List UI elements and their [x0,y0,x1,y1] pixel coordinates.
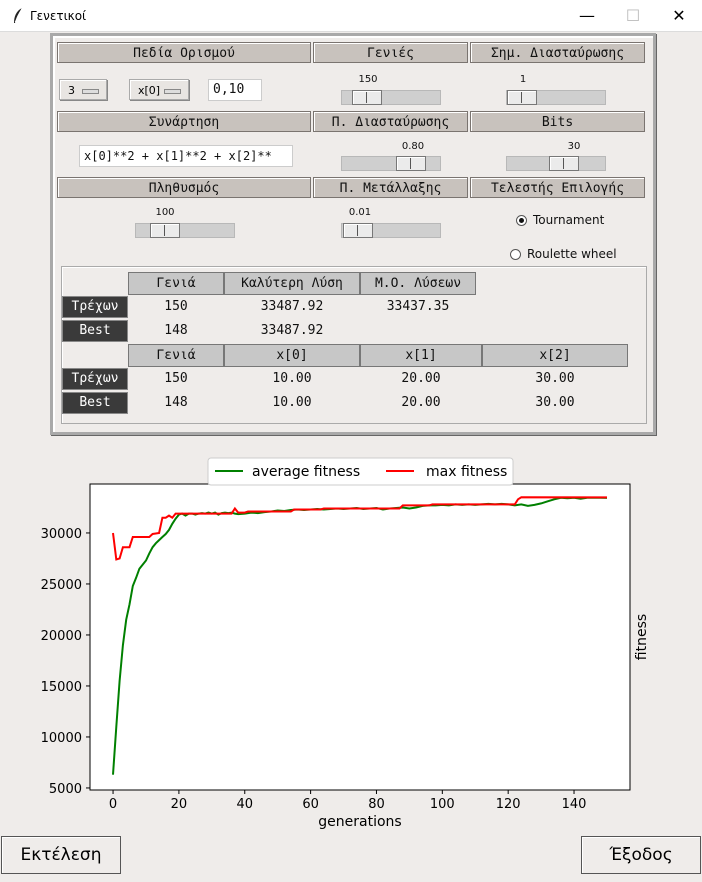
y-tick-label: 5000 [49,782,82,797]
dropdown-indicator-icon [164,89,181,94]
col-best-solution: Καλύτερη Λύση [224,272,360,295]
x-tick-label: 60 [302,797,319,812]
generations-slider[interactable] [341,90,441,105]
crossover-points-value: 1 [519,74,527,85]
legend-label-max: max fitness [426,464,507,480]
col-generation: Γενιά [128,272,224,295]
x-tick-label: 40 [236,797,253,812]
x-axis-label: generations [318,814,401,830]
population-slider[interactable] [135,223,235,238]
current-x1: 20.00 [401,371,441,386]
x-tick-label: 20 [171,797,188,812]
results-panel: Γενιά Καλύτερη Λύση Μ.Ο. Λύσεων Τρέχων 1… [61,266,647,424]
row-label-current-2: Τρέχων [62,368,128,390]
bits-slider[interactable] [506,156,606,171]
var-select[interactable]: x[0] [129,79,189,100]
y-tick-label: 30000 [41,527,82,542]
population-value: 100 [155,207,175,218]
header-crossover-prob: Π. Διασταύρωσης [313,111,468,132]
current-x0: 10.00 [272,371,312,386]
current-generation: 150 [164,299,188,314]
run-button[interactable]: Εκτέλεση [1,836,121,874]
label-tournament: Tournament [533,213,605,227]
header-crossover-points: Σημ. Διασταύρωσης [470,42,645,63]
x-tick-label: 120 [496,797,521,812]
slider-thumb[interactable] [507,90,537,105]
crossover-prob-value: 0.80 [401,141,425,152]
window-title: Γενετικοί [30,9,87,23]
slider-thumb[interactable] [396,156,426,171]
label-roulette: Roulette wheel [527,247,617,261]
var-select-value: x[0] [138,84,161,97]
mutation-prob-value: 0.01 [348,207,372,218]
current-gen-2: 150 [164,371,188,386]
crossover-points-slider[interactable] [506,90,606,105]
slider-thumb[interactable] [549,156,579,171]
current-average: 33437.35 [386,299,450,314]
dropdown-indicator-icon [82,89,99,94]
best-x1: 20.00 [401,395,441,410]
best-gen-2: 148 [164,395,188,410]
crossover-prob-slider[interactable] [341,156,441,171]
y-tick-label: 25000 [41,578,82,593]
slider-thumb[interactable] [150,223,180,238]
y-tick-label: 20000 [41,629,82,644]
x-tick-label: 100 [430,797,455,812]
row-label-best-2: Best [62,392,128,414]
title-bar: Γενετικοί — ☐ ✕ [0,0,702,32]
x-tick-label: 80 [368,797,385,812]
header-selection: Τελεστής Επιλογής [470,177,645,198]
col-average: Μ.Ο. Λύσεων [360,272,476,295]
minimize-button[interactable]: — [564,0,610,31]
col-x1: x[1] [360,344,482,367]
slider-thumb[interactable] [343,223,373,238]
col-generation-2: Γενιά [128,344,224,367]
bits-value: 30 [567,141,581,152]
var-count-select[interactable]: 3 [59,79,107,100]
best-best: 33487.92 [260,323,324,338]
best-x0: 10.00 [272,395,312,410]
slider-thumb[interactable] [352,90,382,105]
fitness-chart: 0 20 40 60 80 100 120 140 5000 10000 15000 20000 250… [41,457,650,830]
row-label-current: Τρέχων [62,296,128,318]
x-tick-label: 0 [109,797,117,812]
best-generation: 148 [164,323,188,338]
header-bits: Bits [470,111,645,132]
exit-button[interactable]: Έξοδος [581,836,701,874]
domain-input[interactable]: 0,10 [208,79,262,101]
col-x2: x[2] [482,344,628,367]
header-generations: Γενιές [313,42,468,63]
var-count-value: 3 [68,84,75,97]
y-axis-label: fitness [634,614,650,660]
y-tick-label: 15000 [41,680,82,695]
radio-tournament[interactable] [516,215,527,226]
header-domains: Πεδία Ορισμού [57,42,311,63]
function-input[interactable]: x[0]**2 + x[1]**2 + x[2]** [79,145,293,167]
plot-area [89,483,631,791]
y-tick-label: 10000 [41,731,82,746]
x-tick-label: 140 [562,797,587,812]
current-x2: 30.00 [535,371,575,386]
feather-icon [14,7,23,23]
mutation-prob-slider[interactable] [341,223,441,238]
settings-panel: Πεδία Ορισμού Γενιές Σημ. Διασταύρωσης 3… [50,33,656,435]
header-population: Πληθυσμός [57,177,311,198]
best-x2: 30.00 [535,395,575,410]
close-button[interactable]: ✕ [656,0,702,31]
current-best: 33487.92 [260,299,324,314]
radio-roulette[interactable] [510,249,521,260]
legend-label-average: average fitness [252,464,360,480]
maximize-button[interactable]: ☐ [610,0,656,31]
row-label-best: Best [62,320,128,342]
generations-value: 150 [358,74,378,85]
header-function: Συνάρτηση [57,111,311,132]
header-mutation-prob: Π. Μετάλλαξης [313,177,468,198]
col-x0: x[0] [224,344,360,367]
